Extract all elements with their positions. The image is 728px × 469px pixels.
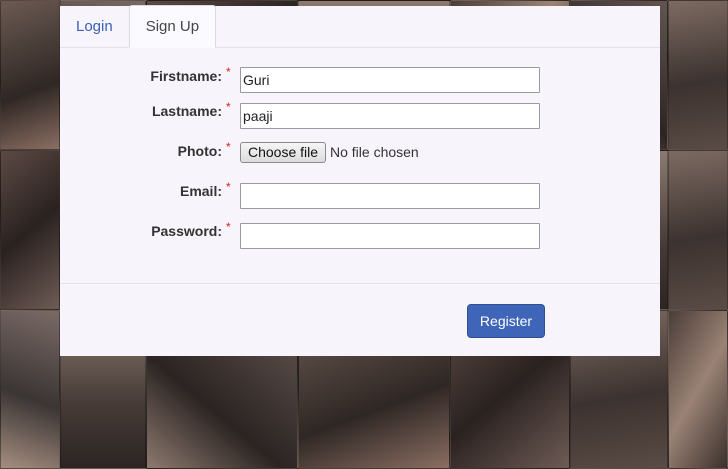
lastname-label: Lastname: [151,103,222,119]
required-marker: * [226,100,231,114]
tab-sign-up[interactable]: Sign Up [128,5,217,48]
email-label: Email: [179,183,222,199]
firstname-field[interactable] [240,67,540,93]
photo-label: Photo: [177,143,222,159]
background-tile [668,310,728,469]
required-marker: * [226,140,231,154]
background-tile [668,150,728,310]
tab-bar: Login Sign Up [60,5,660,48]
auth-modal: Login Sign Up Firstname: * Lastname: * P… [60,5,660,356]
signup-form: Firstname: * Lastname: * Photo: * Choose… [60,48,660,283]
register-button[interactable]: Register [467,304,545,338]
background-tile [668,0,728,150]
required-marker: * [226,180,231,194]
background-tile [0,0,60,150]
required-marker: * [226,65,231,79]
modal-footer: Register [60,283,660,356]
background-tile [0,150,60,310]
tab-login[interactable]: Login [60,5,129,47]
file-status-text: No file chosen [330,144,419,160]
background-tile [0,310,60,469]
lastname-field[interactable] [240,103,540,129]
choose-file-button[interactable]: Choose file [240,142,327,163]
email-field[interactable] [240,183,540,209]
required-marker: * [226,220,231,234]
firstname-label: Firstname: [150,68,222,84]
password-field[interactable] [240,223,540,249]
password-label: Password: [151,223,222,239]
